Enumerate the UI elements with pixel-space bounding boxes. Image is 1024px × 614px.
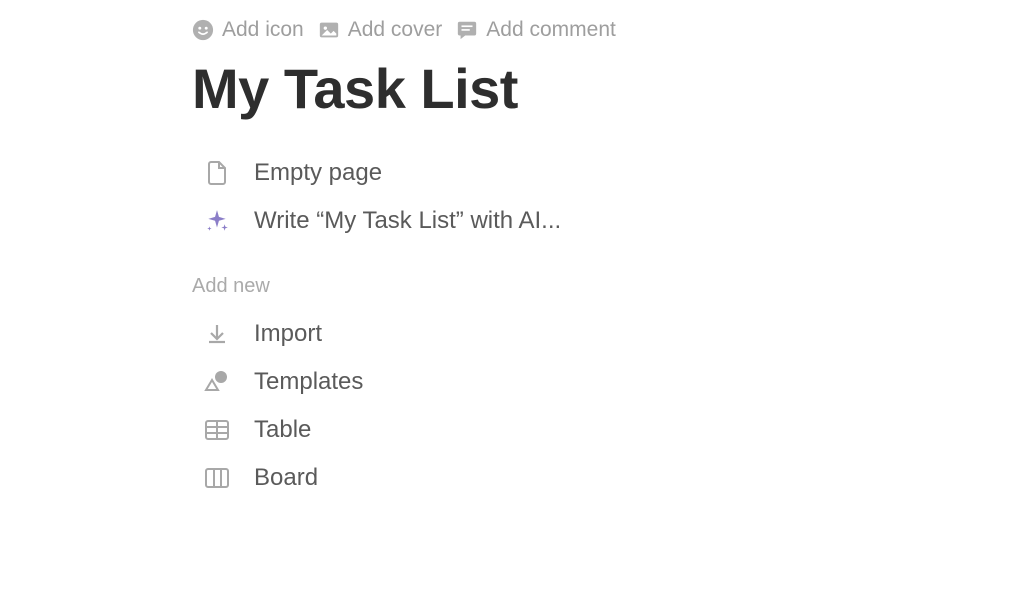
table-option[interactable]: Table	[192, 406, 1024, 454]
page-title[interactable]: My Task List	[192, 56, 1024, 121]
write-with-ai-option[interactable]: Write “My Task List” with AI...	[192, 197, 1024, 245]
image-icon	[318, 19, 340, 41]
page-toolbar: Add icon Add cover Add comment	[192, 18, 1024, 42]
empty-page-label: Empty page	[254, 159, 382, 187]
import-option[interactable]: Import	[192, 310, 1024, 358]
import-label: Import	[254, 320, 322, 348]
add-comment-button[interactable]: Add comment	[456, 18, 616, 42]
add-cover-button[interactable]: Add cover	[318, 18, 443, 42]
sparkle-icon	[204, 208, 230, 234]
add-icon-label: Add icon	[222, 18, 304, 42]
templates-label: Templates	[254, 368, 363, 396]
download-icon	[204, 321, 230, 347]
table-label: Table	[254, 416, 311, 444]
smiley-icon	[192, 19, 214, 41]
empty-page-option[interactable]: Empty page	[192, 149, 1024, 197]
add-new-section-label: Add new	[192, 275, 1024, 298]
comment-icon	[456, 19, 478, 41]
add-icon-button[interactable]: Add icon	[192, 18, 304, 42]
add-comment-label: Add comment	[486, 18, 616, 42]
templates-option[interactable]: Templates	[192, 358, 1024, 406]
write-with-ai-label: Write “My Task List” with AI...	[254, 207, 561, 235]
table-icon	[204, 417, 230, 443]
shapes-icon	[204, 369, 230, 395]
board-option[interactable]: Board	[192, 454, 1024, 502]
add-cover-label: Add cover	[348, 18, 443, 42]
document-icon	[204, 160, 230, 186]
board-label: Board	[254, 464, 318, 492]
board-icon	[204, 465, 230, 491]
